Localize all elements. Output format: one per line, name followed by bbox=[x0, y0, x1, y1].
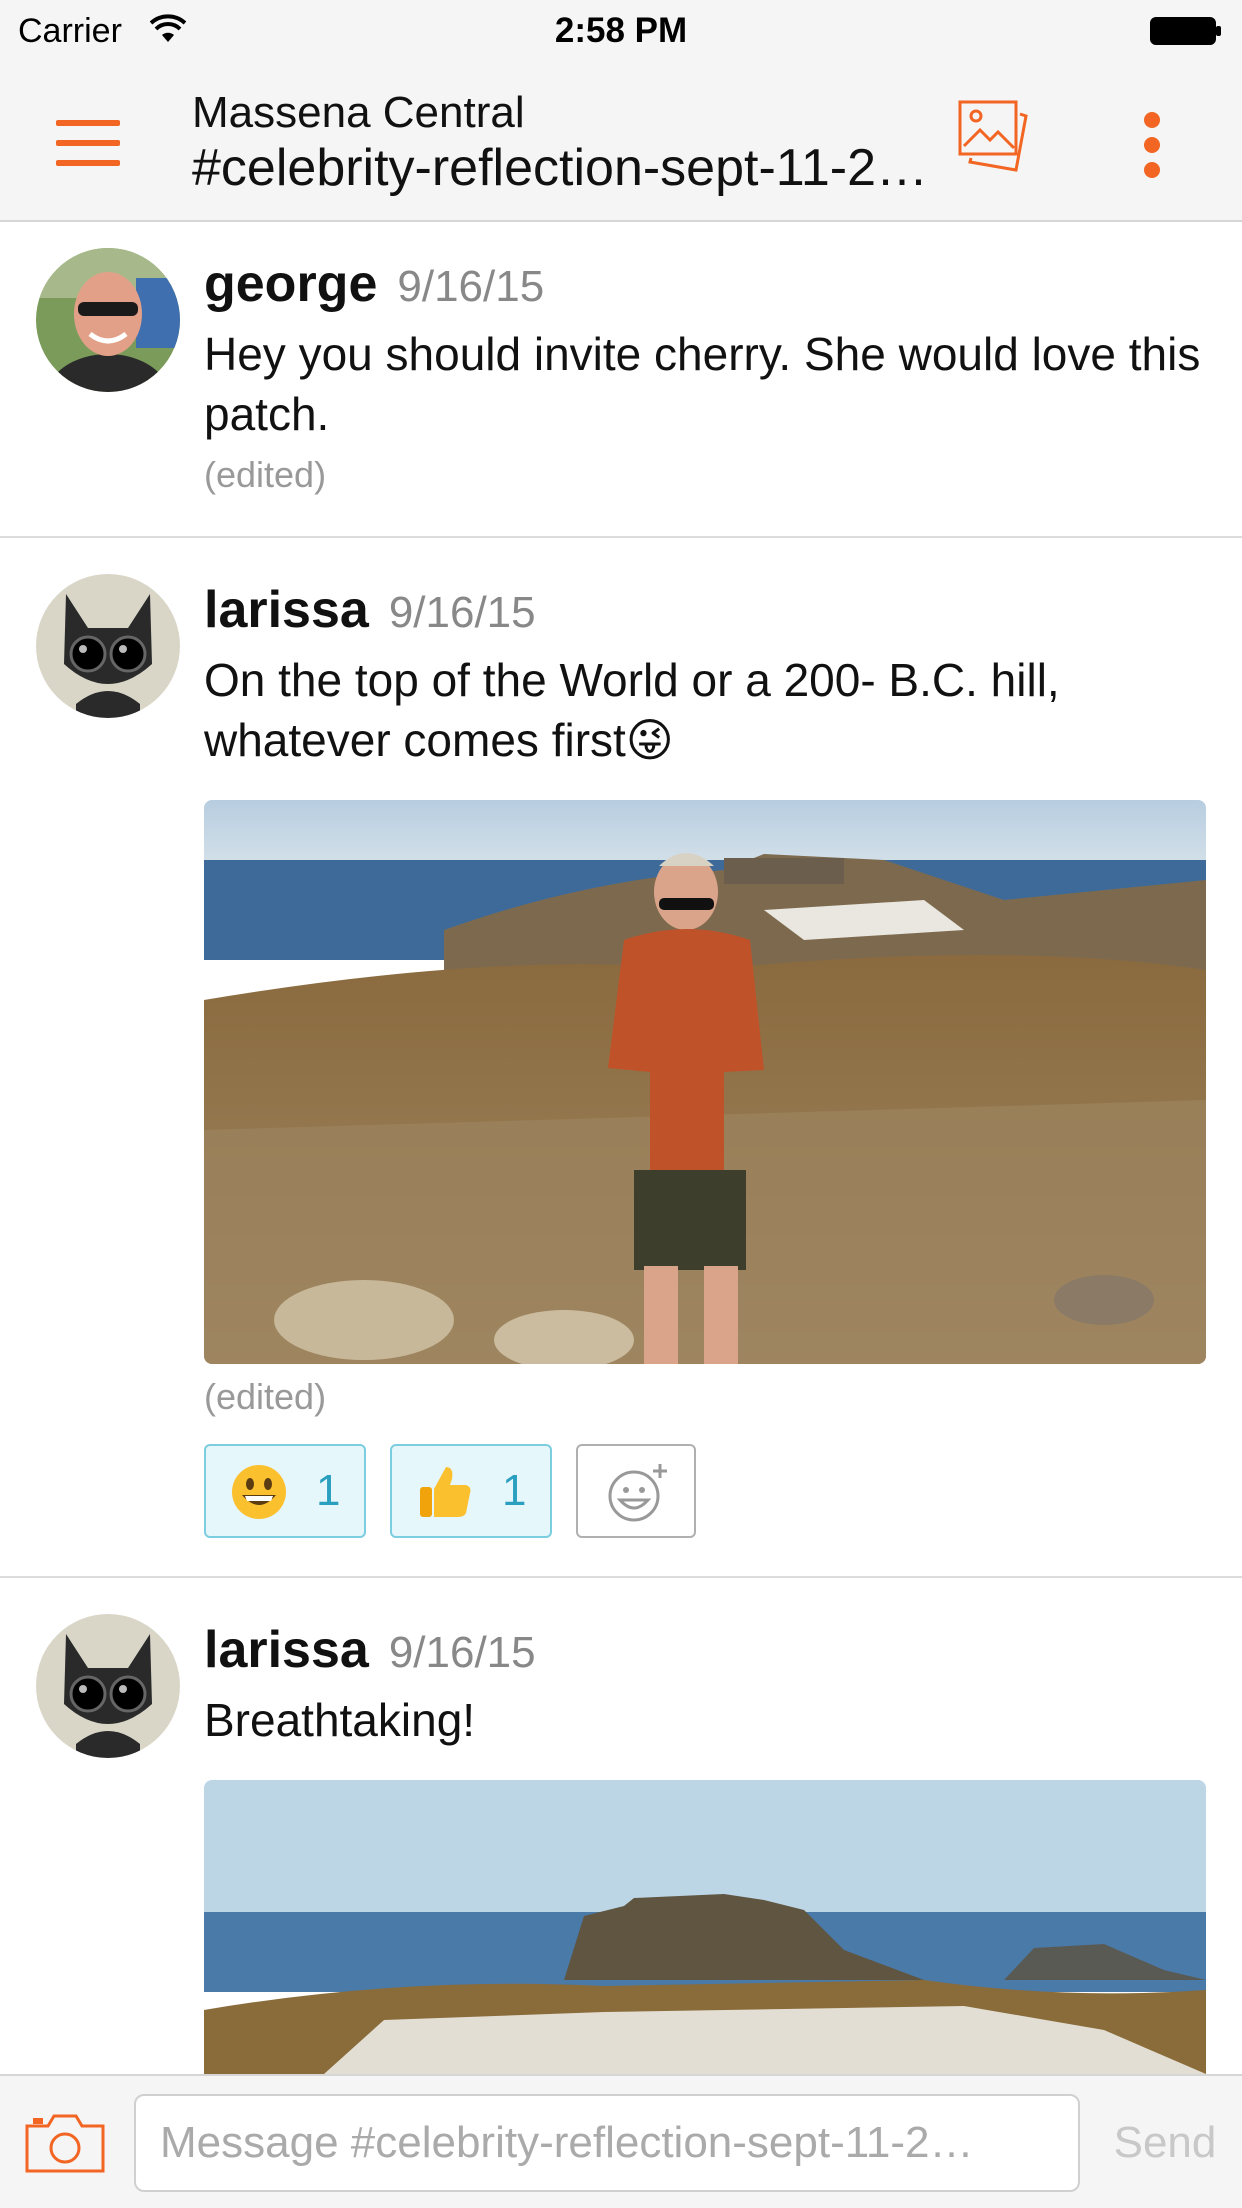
photo-gallery-icon[interactable] bbox=[958, 100, 1030, 172]
edited-label: (edited) bbox=[204, 454, 327, 495]
username[interactable]: larissa bbox=[204, 1621, 369, 1679]
message-composer: Send bbox=[0, 2074, 1242, 2208]
channel-title[interactable]: #celebrity-reflection-sept-11-2015 bbox=[192, 138, 952, 198]
message-item: george 9/16/15 Hey you should invite cher… bbox=[0, 222, 1242, 538]
channel-header: Massena Central #celebrity-reflection-se… bbox=[0, 60, 1242, 222]
timestamp: 9/16/15 bbox=[397, 262, 545, 311]
avatar[interactable] bbox=[36, 1614, 180, 1758]
add-reaction-button[interactable] bbox=[576, 1444, 696, 1538]
timestamp: 9/16/15 bbox=[388, 1628, 536, 1677]
message-item: larissa 9/16/15 Breathtaking! bbox=[0, 1578, 1242, 2074]
message-text: Breathtaking! bbox=[204, 1694, 476, 1746]
add-reaction-icon bbox=[608, 1464, 667, 1522]
grinning-face-icon bbox=[232, 1465, 286, 1519]
status-bar: Carrier 2:58 PM bbox=[0, 0, 1242, 60]
reaction-count: 1 bbox=[316, 1466, 341, 1515]
org-name: Massena Central bbox=[192, 88, 525, 137]
timestamp: 9/16/15 bbox=[388, 588, 536, 637]
username[interactable]: george bbox=[204, 255, 377, 313]
avatar[interactable] bbox=[36, 574, 180, 718]
edited-label: (edited) bbox=[204, 1376, 327, 1417]
camera-icon[interactable] bbox=[24, 2112, 106, 2174]
message-input[interactable] bbox=[134, 2094, 1080, 2192]
message-photo[interactable] bbox=[204, 800, 1206, 1364]
status-time: 2:58 PM bbox=[554, 11, 688, 50]
avatar[interactable] bbox=[36, 248, 180, 392]
reaction-grinning[interactable]: 1 bbox=[204, 1444, 366, 1538]
hamburger-menu-icon[interactable] bbox=[56, 118, 120, 168]
message-header: larissa 9/16/15 bbox=[204, 580, 536, 640]
reaction-count: 1 bbox=[502, 1466, 527, 1515]
reaction-thumbs-up[interactable]: 1 bbox=[390, 1444, 552, 1538]
send-button[interactable]: Send bbox=[1100, 2118, 1230, 2168]
thumbs-up-icon bbox=[420, 1467, 471, 1517]
message-header: larissa 9/16/15 bbox=[204, 1620, 536, 1680]
username[interactable]: larissa bbox=[204, 581, 369, 639]
battery-icon bbox=[1150, 17, 1221, 45]
message-text: On the top of the World or a 200- B.C. h… bbox=[204, 654, 1060, 766]
message-header: george 9/16/15 bbox=[204, 254, 544, 314]
message-photo[interactable] bbox=[204, 1780, 1206, 2074]
message-item: larissa 9/16/15 On the top of the World o… bbox=[0, 538, 1242, 1578]
message-text: Hey you should invite cherry. She would … bbox=[204, 328, 1201, 440]
vertical-ellipsis-icon[interactable] bbox=[1138, 110, 1166, 180]
